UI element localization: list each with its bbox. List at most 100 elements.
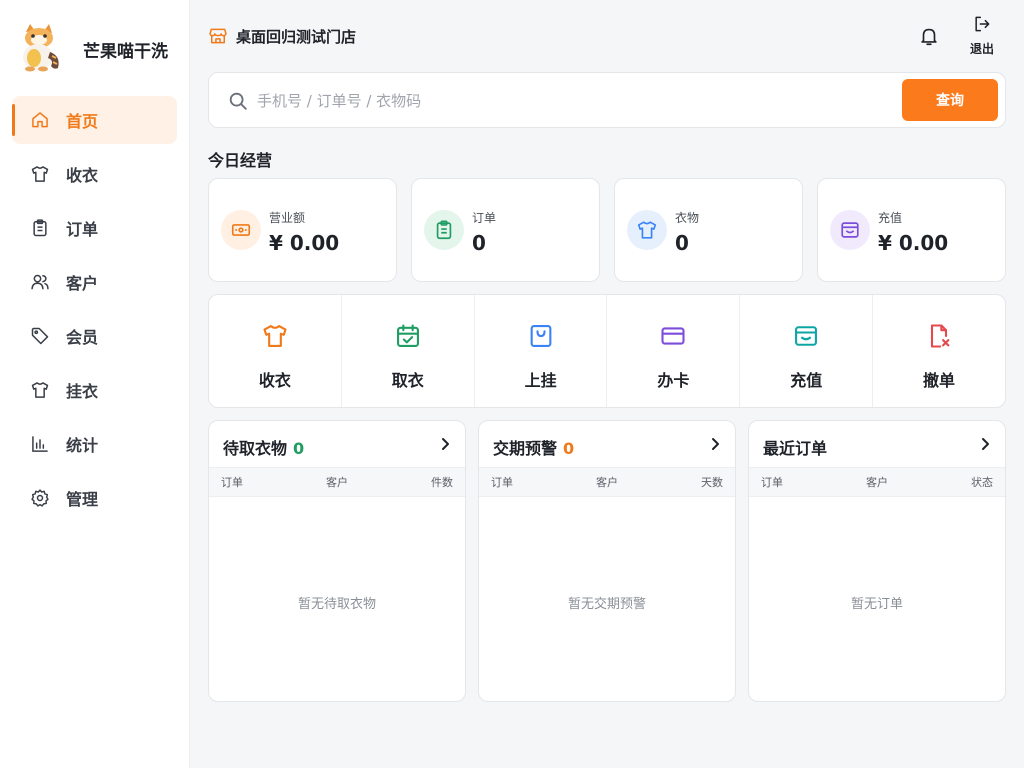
sidebar-item-label: 挂衣 xyxy=(66,382,99,401)
bell-icon[interactable] xyxy=(918,25,940,47)
sidebar-item-customers[interactable]: 客户 xyxy=(12,258,177,306)
panel-title: 待取衣物 0 xyxy=(223,435,304,459)
stat-icon-wrap xyxy=(830,210,870,250)
action-label: 充值 xyxy=(790,371,823,390)
store-icon xyxy=(209,28,227,44)
stat-label: 充值 xyxy=(878,211,903,225)
empty-state: 暂无订单 xyxy=(850,597,903,612)
panel-title-text: 最近订单 xyxy=(763,439,828,458)
sidebar-item-manage[interactable]: 管理 xyxy=(12,474,177,522)
card-icon xyxy=(661,327,685,345)
users-icon xyxy=(31,274,49,290)
empty-state: 暂无交期预警 xyxy=(567,597,646,612)
panel-title: 最近订单 xyxy=(763,435,827,459)
stat-icon-wrap xyxy=(221,210,261,250)
stat-card-orders: 订单 0 xyxy=(411,178,600,282)
panel-pending-pickup: 待取衣物 0 订单 客户 件数 暂无待取衣物 xyxy=(208,420,466,702)
bag-icon xyxy=(530,325,551,347)
search-icon xyxy=(229,92,247,110)
search-button[interactable]: 查询 xyxy=(902,79,998,121)
column-header: 件数 xyxy=(430,476,453,489)
action-label: 收衣 xyxy=(258,371,291,390)
search-bar: 查询 xyxy=(208,72,1006,128)
action-label: 取衣 xyxy=(391,371,424,390)
action-pickup-button[interactable]: 取衣 xyxy=(342,295,475,407)
shirt-icon xyxy=(31,382,49,398)
sidebar-item-orders[interactable]: 订单 xyxy=(12,204,177,252)
panel-title-text: 交期预警 xyxy=(493,439,558,458)
sidebar-item-label: 管理 xyxy=(66,490,99,509)
column-header: 客户 xyxy=(865,476,888,489)
sidebar-item-stats[interactable]: 统计 xyxy=(12,420,177,468)
home-icon xyxy=(32,112,48,128)
store-name: 桌面回归测试门店 xyxy=(236,27,357,46)
sidebar-item-home[interactable]: 首页 xyxy=(12,96,177,144)
panel-columns: 订单 客户 天数 xyxy=(479,467,735,497)
column-header: 天数 xyxy=(700,476,723,489)
stat-value: ¥ 0.00 xyxy=(878,231,949,255)
sidebar-item-label: 会员 xyxy=(66,328,99,347)
cat-logo-icon xyxy=(23,24,59,72)
action-receive-button[interactable]: 收衣 xyxy=(209,295,342,407)
column-header: 客户 xyxy=(595,476,618,489)
sidebar: 芒果喵干洗 首页 收衣 订单 客户 会员 挂衣 统计 管理 xyxy=(0,0,190,768)
stat-card-recharge: 充值 ¥ 0.00 xyxy=(817,178,1006,282)
wallet-icon xyxy=(795,326,818,346)
sidebar-item-label: 首页 xyxy=(66,112,99,131)
action-hang-button[interactable]: 上挂 xyxy=(475,295,608,407)
logout-icon xyxy=(975,16,990,32)
panel-title: 交期预警 0 xyxy=(493,435,574,459)
brand: 芒果喵干洗 xyxy=(16,22,168,72)
sidebar-item-members[interactable]: 会员 xyxy=(12,312,177,360)
panel-header[interactable]: 待取衣物 0 xyxy=(209,421,465,467)
sidebar-item-hanging[interactable]: 挂衣 xyxy=(12,366,177,414)
panel-due-warning: 交期预警 0 订单 客户 天数 暂无交期预警 xyxy=(478,420,736,702)
sidebar-item-label: 客户 xyxy=(66,274,99,293)
panel-columns: 订单 客户 状态 xyxy=(749,467,1005,497)
stat-card-garments: 衣物 0 xyxy=(614,178,803,282)
stat-label: 营业额 xyxy=(269,211,306,225)
panel-count: 0 xyxy=(563,439,575,458)
search-input[interactable] xyxy=(257,83,897,119)
chevron-right-icon[interactable] xyxy=(977,436,993,452)
stat-value: ¥ 0.00 xyxy=(269,231,340,255)
section-title-today: 今日经营 xyxy=(208,151,273,170)
stat-icon-wrap xyxy=(424,210,464,250)
panel-title-text: 待取衣物 xyxy=(223,439,288,458)
clipboard-icon xyxy=(33,219,47,237)
clipboard-icon xyxy=(436,220,452,240)
empty-state: 暂无待取衣物 xyxy=(297,597,376,612)
logout-button[interactable]: 退出 xyxy=(962,14,1002,57)
panel-header[interactable]: 交期预警 0 xyxy=(479,421,735,467)
action-recharge-button[interactable]: 充值 xyxy=(740,295,874,407)
sidebar-item-label: 订单 xyxy=(66,220,99,239)
panel-columns: 订单 客户 件数 xyxy=(209,467,465,497)
wallet-icon xyxy=(841,222,859,238)
stat-label: 衣物 xyxy=(675,211,700,225)
shirt-icon xyxy=(263,325,287,347)
chevron-right-icon[interactable] xyxy=(437,436,453,452)
quick-actions: 收衣 取衣 上挂 办卡 充值 撤单 xyxy=(208,294,1006,408)
action-card-button[interactable]: 办卡 xyxy=(607,295,741,407)
panel-recent-orders: 最近订单 订单 客户 状态 暂无订单 xyxy=(748,420,1006,702)
cash-icon xyxy=(231,224,251,236)
panel-header[interactable]: 最近订单 xyxy=(749,421,1005,467)
calendar-check-icon xyxy=(396,324,419,347)
stat-icon-wrap xyxy=(627,210,667,250)
action-cancel-order-button[interactable]: 撤单 xyxy=(873,295,1005,407)
stat-card-revenue: 营业额 ¥ 0.00 xyxy=(208,178,397,282)
shirt-icon xyxy=(31,166,49,182)
sidebar-item-label: 收衣 xyxy=(66,166,99,185)
column-header: 订单 xyxy=(491,476,513,489)
action-label: 上挂 xyxy=(524,371,557,390)
action-label: 撤单 xyxy=(923,371,956,390)
chevron-right-icon[interactable] xyxy=(707,436,723,452)
bar-chart-icon xyxy=(32,436,48,452)
column-header: 订单 xyxy=(761,476,783,489)
panel-count: 0 xyxy=(293,439,305,458)
sidebar-item-receive[interactable]: 收衣 xyxy=(12,150,177,198)
stat-value: 0 xyxy=(675,231,689,255)
shirt-icon xyxy=(637,221,657,239)
action-label: 办卡 xyxy=(657,371,690,390)
column-header: 客户 xyxy=(325,476,348,489)
